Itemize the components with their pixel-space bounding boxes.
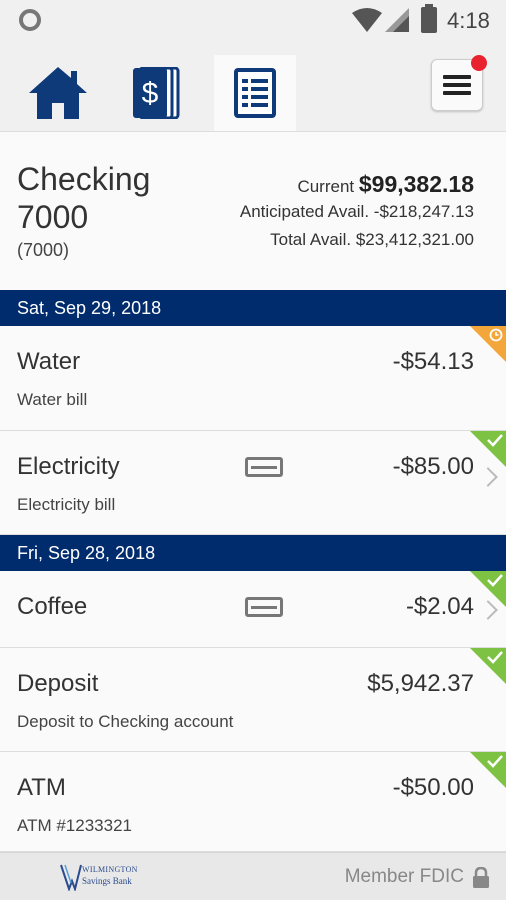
logo-line1: WILMINGTON xyxy=(82,865,138,874)
menu-button[interactable] xyxy=(431,55,487,111)
notification-dot-icon xyxy=(19,9,41,31)
fdic-label: Member FDIC xyxy=(344,866,464,887)
current-balance-value: $99,382.18 xyxy=(358,171,474,197)
clock-icon xyxy=(489,328,503,342)
chevron-right-icon xyxy=(478,467,498,487)
card-icon xyxy=(245,457,283,477)
tab-accounts[interactable]: $ xyxy=(116,55,198,131)
transaction-amount: $5,942.37 xyxy=(367,670,474,697)
bank-logo-mark-icon xyxy=(60,864,82,891)
total-balance-row: Total Avail. $23,412,321.00 xyxy=(240,226,474,254)
anticipated-balance-label: Anticipated Avail. xyxy=(239,202,370,221)
transaction-name: Coffee xyxy=(17,593,88,620)
tab-home[interactable] xyxy=(17,55,99,131)
home-icon xyxy=(29,67,87,119)
account-number: (7000) xyxy=(17,240,70,260)
checkmark-icon xyxy=(487,574,503,587)
current-balance-label: Current xyxy=(297,177,355,196)
checkmark-icon xyxy=(487,755,503,768)
transaction-row[interactable]: Water Water bill -$54.13 xyxy=(0,326,506,431)
card-icon xyxy=(245,597,283,617)
current-balance-row: Current $99,382.18 xyxy=(240,170,474,198)
transaction-amount: -$2.04 xyxy=(405,593,474,620)
account-summary: Checking 7000 (7000) Current $99,382.18 … xyxy=(0,132,506,290)
transaction-name: ATM xyxy=(17,774,66,801)
clock: 4:18 xyxy=(447,8,490,33)
account-name: Checking 7000 xyxy=(17,161,151,235)
wifi-icon xyxy=(352,8,382,32)
tab-transactions[interactable] xyxy=(214,55,296,131)
footer: WILMINGTON Savings Bank Member FDIC xyxy=(0,852,506,900)
transaction-description: Deposit to Checking account xyxy=(17,712,234,731)
total-balance-value: $23,412,321.00 xyxy=(355,230,474,249)
transaction-name: Deposit xyxy=(17,670,99,697)
transaction-row[interactable]: Deposit Deposit to Checking account $5,9… xyxy=(0,648,506,752)
anticipated-balance-row: Anticipated Avail. -$218,247.13 xyxy=(240,198,474,226)
logo-line2: Savings Bank xyxy=(82,876,132,886)
notification-badge xyxy=(471,55,487,71)
transaction-description: Water bill xyxy=(17,390,88,409)
transaction-amount: -$50.00 xyxy=(392,774,474,801)
top-nav: $ xyxy=(0,40,506,132)
checkmark-icon xyxy=(487,651,503,664)
transaction-description: Electricity bill xyxy=(17,495,116,514)
transaction-name: Water xyxy=(17,348,81,375)
total-balance-label: Total Avail. xyxy=(270,230,352,249)
battery-icon xyxy=(421,4,437,33)
status-bar: 4:18 xyxy=(0,0,506,40)
anticipated-balance-value: -$218,247.13 xyxy=(373,202,474,221)
transaction-description: ATM #1233321 xyxy=(17,816,132,835)
svg-text:$: $ xyxy=(142,77,159,110)
hamburger-menu-icon xyxy=(443,75,471,95)
statement-icon xyxy=(234,68,276,118)
date-header: Fri, Sep 28, 2018 xyxy=(0,535,506,571)
transaction-amount: -$54.13 xyxy=(392,348,474,375)
transaction-amount: -$85.00 xyxy=(392,453,474,480)
dollar-accounts-icon: $ xyxy=(133,67,180,119)
transaction-row[interactable]: ATM ATM #1233321 -$50.00 xyxy=(0,752,506,852)
cell-signal-icon xyxy=(385,8,409,32)
transaction-row[interactable]: Coffee -$2.04 xyxy=(0,571,506,648)
checkmark-icon xyxy=(487,434,503,447)
balances: Current $99,382.18 Anticipated Avail. -$… xyxy=(240,170,474,254)
lock-icon xyxy=(473,867,489,888)
bank-logo: WILMINGTON Savings Bank xyxy=(60,863,160,893)
date-header: Sat, Sep 29, 2018 xyxy=(0,290,506,326)
transaction-name: Electricity xyxy=(17,453,120,480)
transaction-row[interactable]: Electricity Electricity bill -$85.00 xyxy=(0,431,506,535)
